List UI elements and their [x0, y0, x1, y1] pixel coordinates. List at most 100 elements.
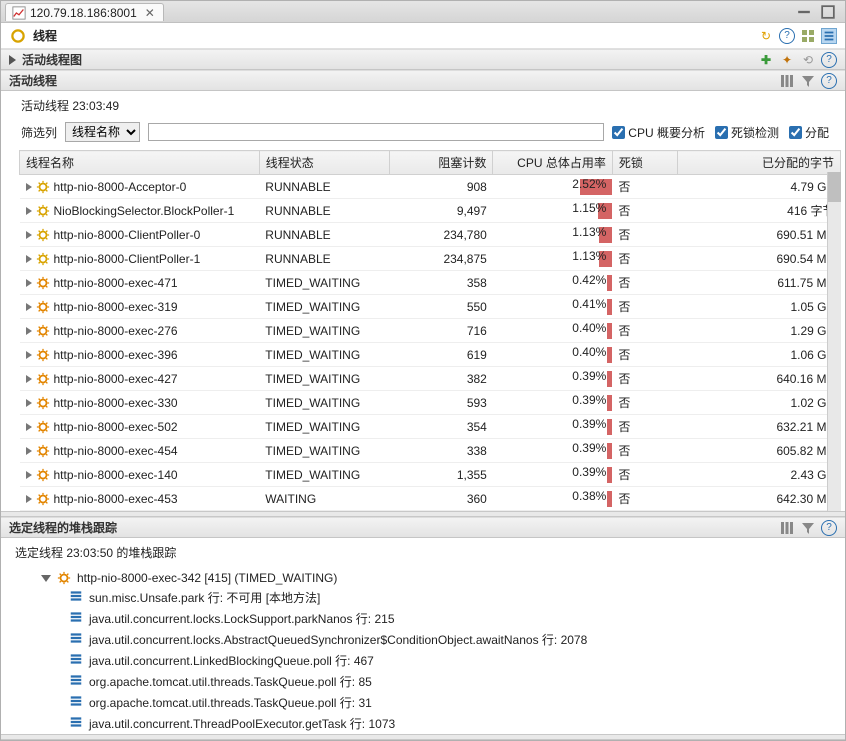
thread-name-text: http-nio-8000-exec-276 — [54, 324, 178, 338]
thread-cpu: 0.41% — [493, 295, 612, 319]
table-row[interactable]: http-nio-8000-exec-502TIMED_WAITING3540.… — [20, 415, 841, 439]
table-row[interactable]: http-nio-8000-exec-427TIMED_WAITING3820.… — [20, 367, 841, 391]
thread-deadlock: 否 — [612, 223, 677, 247]
stack-frame-icon — [69, 715, 83, 732]
col-blocked[interactable]: 阻塞计数 — [390, 151, 493, 175]
thread-state: TIMED_WAITING — [259, 319, 389, 343]
expand-row-icon[interactable] — [26, 495, 32, 503]
add-icon[interactable]: ✚ — [758, 52, 774, 68]
collapse-icon[interactable] — [41, 575, 51, 582]
table-row[interactable]: http-nio-8000-exec-330TIMED_WAITING5930.… — [20, 391, 841, 415]
col-deadlock[interactable]: 死锁 — [612, 151, 677, 175]
bottom-splitter[interactable] — [1, 734, 845, 740]
expand-row-icon[interactable] — [26, 303, 32, 311]
columns-icon-2[interactable] — [779, 520, 795, 536]
filter-icon-2[interactable] — [800, 520, 816, 536]
cpu-profiling-check[interactable]: CPU 概要分析 — [612, 124, 705, 141]
thread-bytes: 1.06 GB — [678, 511, 841, 512]
table-row[interactable]: http-nio-8000-exec-319TIMED_WAITING5500.… — [20, 295, 841, 319]
col-bytes[interactable]: 已分配的字节 — [678, 151, 841, 175]
table-row[interactable]: http-nio-8000-exec-454TIMED_WAITING3380.… — [20, 439, 841, 463]
thread-bytes: 611.75 MB — [678, 271, 841, 295]
section-active-header[interactable]: 活动线程 ? — [1, 70, 845, 91]
expand-row-icon[interactable] — [26, 207, 32, 215]
allocation-check[interactable]: 分配 — [789, 124, 829, 141]
tab-close-icon[interactable]: ✕ — [145, 6, 155, 20]
table-row[interactable]: http-nio-8000-Acceptor-0RUNNABLE9082.52%… — [20, 175, 841, 199]
grid-view-icon[interactable] — [800, 28, 816, 44]
stack-frame[interactable]: org.apache.tomcat.util.threads.TaskQueue… — [69, 692, 845, 713]
col-name[interactable]: 线程名称 — [20, 151, 260, 175]
thread-name-text: http-nio-8000-exec-453 — [54, 492, 178, 506]
table-row[interactable]: http-nio-8000-ClientPoller-1RUNNABLE234,… — [20, 247, 841, 271]
expand-row-icon[interactable] — [26, 327, 32, 335]
thread-state: RUNNABLE — [259, 199, 389, 223]
thread-bytes: 416 字节 — [678, 199, 841, 223]
filter-column-select[interactable]: 线程名称 — [65, 122, 140, 142]
gear-icon — [36, 468, 50, 482]
columns-icon[interactable] — [779, 73, 795, 89]
stack-root[interactable]: http-nio-8000-exec-342 [415] (TIMED_WAIT… — [41, 569, 845, 587]
cog-icon[interactable]: ✦ — [779, 52, 795, 68]
expand-row-icon[interactable] — [26, 447, 32, 455]
tab-active[interactable]: 120.79.18.186:8001 ✕ — [5, 3, 164, 21]
table-row[interactable]: http-nio-8000-exec-396TIMED_WAITING6190.… — [20, 343, 841, 367]
expand-row-icon[interactable] — [26, 399, 32, 407]
window-minimize-button[interactable] — [797, 5, 811, 19]
expand-row-icon[interactable] — [26, 351, 32, 359]
col-state[interactable]: 线程状态 — [259, 151, 389, 175]
table-row[interactable]: NioBlockingSelector.BlockPoller-1RUNNABL… — [20, 199, 841, 223]
refresh-icon[interactable]: ↻ — [758, 28, 774, 44]
expand-icon[interactable] — [9, 55, 16, 65]
table-row[interactable]: http-nio-8000-exec-471TIMED_WAITING3580.… — [20, 271, 841, 295]
thread-deadlock: 否 — [612, 391, 677, 415]
table-row[interactable]: http-nio-8000-exec-400TIMED_WAITING6250.… — [20, 511, 841, 512]
window-maximize-button[interactable] — [821, 5, 835, 19]
thread-cpu: 0.39% — [493, 463, 612, 487]
thread-blocked: 354 — [390, 415, 493, 439]
thread-state: TIMED_WAITING — [259, 271, 389, 295]
stack-frame[interactable]: java.util.concurrent.locks.AbstractQueue… — [69, 629, 845, 650]
table-row[interactable]: http-nio-8000-exec-140TIMED_WAITING1,355… — [20, 463, 841, 487]
filter-text-input[interactable] — [148, 123, 604, 141]
stack-frame[interactable]: org.apache.tomcat.util.threads.TaskQueue… — [69, 671, 845, 692]
col-cpu[interactable]: CPU 总体占用率 — [493, 151, 612, 175]
thread-deadlock: 否 — [612, 199, 677, 223]
expand-row-icon[interactable] — [26, 255, 32, 263]
stack-frame-text: sun.misc.Unsafe.park 行: 不可用 [本地方法] — [89, 589, 320, 606]
stack-frame[interactable]: java.util.concurrent.LinkedBlockingQueue… — [69, 650, 845, 671]
link-icon[interactable]: ⟲ — [800, 52, 816, 68]
expand-row-icon[interactable] — [26, 471, 32, 479]
expand-row-icon[interactable] — [26, 423, 32, 431]
help-icon-3[interactable]: ? — [821, 73, 837, 89]
table-row[interactable]: http-nio-8000-exec-453WAITING3600.38%否64… — [20, 487, 841, 511]
expand-row-icon[interactable] — [26, 231, 32, 239]
thread-deadlock: 否 — [612, 487, 677, 511]
help-icon-4[interactable]: ? — [821, 520, 837, 536]
gear-icon — [36, 372, 50, 386]
section-chart-header[interactable]: 活动线程图 ✚ ✦ ⟲ ? — [1, 49, 845, 70]
thread-cpu: 1.13% — [493, 223, 612, 247]
help-icon[interactable]: ? — [779, 28, 795, 44]
list-view-icon[interactable] — [821, 28, 837, 44]
thread-blocked: 619 — [390, 343, 493, 367]
stack-frame[interactable]: sun.misc.Unsafe.park 行: 不可用 [本地方法] — [69, 587, 845, 608]
thread-blocked: 9,497 — [390, 199, 493, 223]
deadlock-check[interactable]: 死锁检测 — [715, 124, 779, 141]
help-icon-2[interactable]: ? — [821, 52, 837, 68]
expand-row-icon[interactable] — [26, 375, 32, 383]
expand-row-icon[interactable] — [26, 183, 32, 191]
section-stack-header[interactable]: 选定线程的堆栈跟踪 ? — [1, 517, 845, 538]
expand-row-icon[interactable] — [26, 279, 32, 287]
thread-cpu: 0.40% — [493, 319, 612, 343]
thread-name-text: http-nio-8000-exec-396 — [54, 348, 178, 362]
thread-state: RUNNABLE — [259, 175, 389, 199]
stack-frame-icon — [69, 610, 83, 627]
table-row[interactable]: http-nio-8000-ClientPoller-0RUNNABLE234,… — [20, 223, 841, 247]
stack-frame[interactable]: java.util.concurrent.ThreadPoolExecutor.… — [69, 713, 845, 734]
table-scrollbar[interactable] — [827, 172, 841, 511]
gear-icon — [36, 444, 50, 458]
filter-icon[interactable] — [800, 73, 816, 89]
stack-frame[interactable]: java.util.concurrent.locks.LockSupport.p… — [69, 608, 845, 629]
table-row[interactable]: http-nio-8000-exec-276TIMED_WAITING7160.… — [20, 319, 841, 343]
